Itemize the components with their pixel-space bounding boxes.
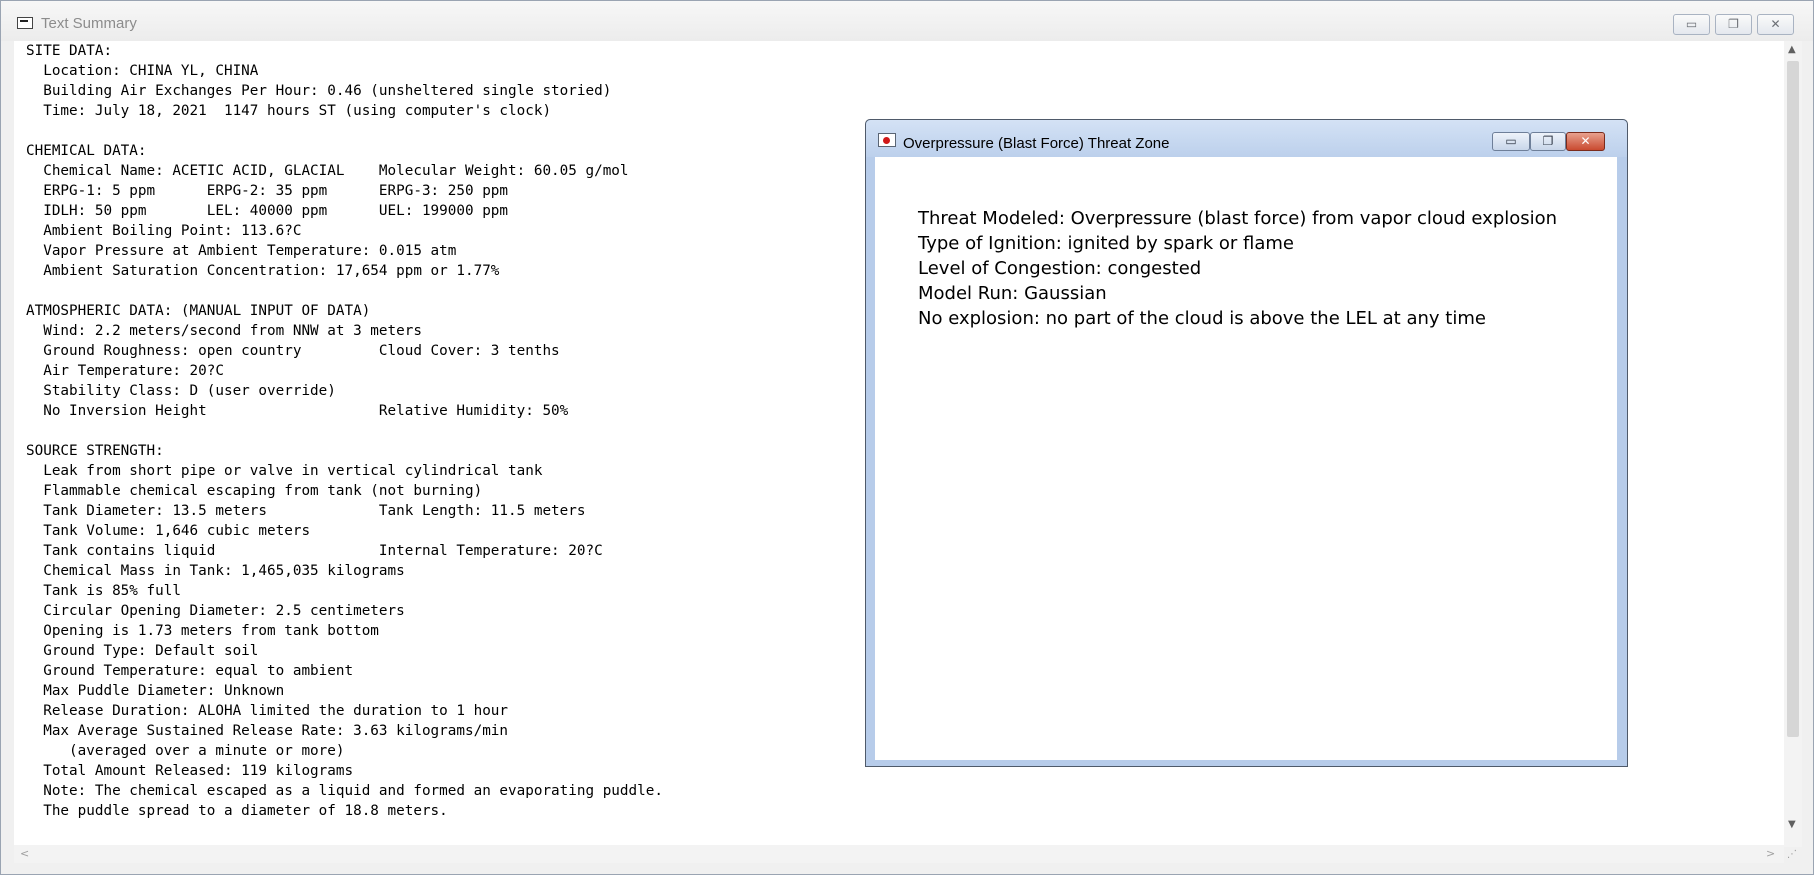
congestion-level-line: Level of Congestion: congested [918, 258, 1202, 279]
summary-line: Ambient Boiling Point: 113.6?C [26, 223, 302, 239]
summary-text: SITE DATA: Location: CHINA YL, CHINA Bui… [26, 41, 663, 821]
summary-line: Ground Type: Default soil [26, 643, 259, 659]
summary-line: Chemical Name: ACETIC ACID, GLACIAL Mole… [26, 163, 629, 179]
summary-line: Tank is 85% full [26, 583, 181, 599]
summary-line: Chemical Mass in Tank: 1,465,035 kilogra… [26, 563, 405, 579]
vertical-scrollbar[interactable]: ▲ ▼ [1784, 41, 1802, 847]
summary-line: Tank Volume: 1,646 cubic meters [26, 523, 311, 539]
summary-line: ERPG-1: 5 ppm ERPG-2: 35 ppm ERPG-3: 250… [26, 183, 509, 199]
horizontal-scrollbar[interactable]: < > [14, 845, 1784, 863]
summary-line: Stability Class: D (user override) [26, 383, 336, 399]
window-title: Text Summary [41, 15, 137, 32]
summary-line: Leak from short pipe or valve in vertica… [26, 463, 543, 479]
summary-line: Release Duration: ALOHA limited the dura… [26, 703, 509, 719]
minimize-button[interactable]: ▭ [1673, 14, 1710, 35]
scroll-right-arrow-icon[interactable]: > [1766, 847, 1775, 860]
summary-line: Opening is 1.73 meters from tank bottom [26, 623, 379, 639]
summary-line: Tank Diameter: 13.5 meters Tank Length: … [26, 503, 586, 519]
ignition-type-line: Type of Ignition: ignited by spark or fl… [918, 233, 1294, 254]
summary-line: SOURCE STRENGTH: [26, 443, 164, 459]
dialog-title: Overpressure (Blast Force) Threat Zone [903, 135, 1170, 152]
summary-line [26, 421, 663, 441]
scroll-down-arrow-icon[interactable]: ▼ [1788, 819, 1796, 830]
summary-line: Note: The chemical escaped as a liquid a… [26, 783, 663, 799]
summary-line: Ground Temperature: equal to ambient [26, 663, 354, 679]
summary-line: No Inversion Height Relative Humidity: 5… [26, 403, 569, 419]
dialog-close-button[interactable]: ✕ [1566, 132, 1605, 151]
summary-line: Circular Opening Diameter: 2.5 centimete… [26, 603, 405, 619]
dialog-minimize-button[interactable]: ▭ [1492, 132, 1530, 151]
explosion-result-line: No explosion: no part of the cloud is ab… [918, 308, 1486, 329]
summary-line: Tank contains liquid Internal Temperatur… [26, 543, 603, 559]
summary-line: Wind: 2.2 meters/second from NNW at 3 me… [26, 323, 422, 339]
summary-line: SITE DATA: [26, 43, 113, 59]
scroll-left-arrow-icon[interactable]: < [20, 847, 29, 860]
summary-line: Max Puddle Diameter: Unknown [26, 683, 285, 699]
window-app-icon [17, 17, 33, 29]
summary-line: Total Amount Released: 119 kilograms [26, 763, 354, 779]
threat-modeled-line: Threat Modeled: Overpressure (blast forc… [918, 208, 1558, 229]
summary-line: Location: CHINA YL, CHINA [26, 63, 259, 79]
summary-line: Ground Roughness: open country Cloud Cov… [26, 343, 560, 359]
model-run-line: Model Run: Gaussian [918, 283, 1107, 304]
threat-zone-dialog: Overpressure (Blast Force) Threat Zone ▭… [865, 119, 1628, 767]
maximize-button[interactable]: ❐ [1715, 14, 1752, 35]
summary-line: ATMOSPHERIC DATA: (MANUAL INPUT OF DATA) [26, 303, 371, 319]
summary-line [26, 281, 663, 301]
dialog-titlebar[interactable]: Overpressure (Blast Force) Threat Zone ▭… [866, 120, 1627, 157]
close-button[interactable]: ✕ [1757, 14, 1794, 35]
summary-line [26, 121, 663, 141]
summary-line: Flammable chemical escaping from tank (n… [26, 483, 483, 499]
resize-grip-icon[interactable]: ⋰ [1787, 849, 1799, 861]
summary-line: Time: July 18, 2021 1147 hours ST (using… [26, 103, 552, 119]
summary-line: Ambient Saturation Concentration: 17,654… [26, 263, 500, 279]
threat-summary: Threat Modeled: Overpressure (blast forc… [918, 206, 1557, 331]
dialog-maximize-button[interactable]: ❐ [1530, 132, 1566, 151]
window-titlebar[interactable]: Text Summary ▭ ❐ ✕ [1, 1, 1813, 41]
summary-line: Building Air Exchanges Per Hour: 0.46 (u… [26, 83, 612, 99]
scroll-up-arrow-icon[interactable]: ▲ [1788, 44, 1796, 55]
summary-line: Air Temperature: 20?C [26, 363, 224, 379]
dialog-body: Threat Modeled: Overpressure (blast forc… [875, 157, 1617, 760]
summary-line: CHEMICAL DATA: [26, 143, 147, 159]
vertical-scroll-thumb[interactable] [1787, 61, 1799, 737]
dialog-app-icon [878, 133, 896, 147]
summary-line: (averaged over a minute or more) [26, 743, 345, 759]
summary-line: IDLH: 50 ppm LEL: 40000 ppm UEL: 199000 … [26, 203, 509, 219]
summary-line: Vapor Pressure at Ambient Temperature: 0… [26, 243, 457, 259]
summary-line: The puddle spread to a diameter of 18.8 … [26, 803, 448, 819]
summary-line: Max Average Sustained Release Rate: 3.63… [26, 723, 509, 739]
